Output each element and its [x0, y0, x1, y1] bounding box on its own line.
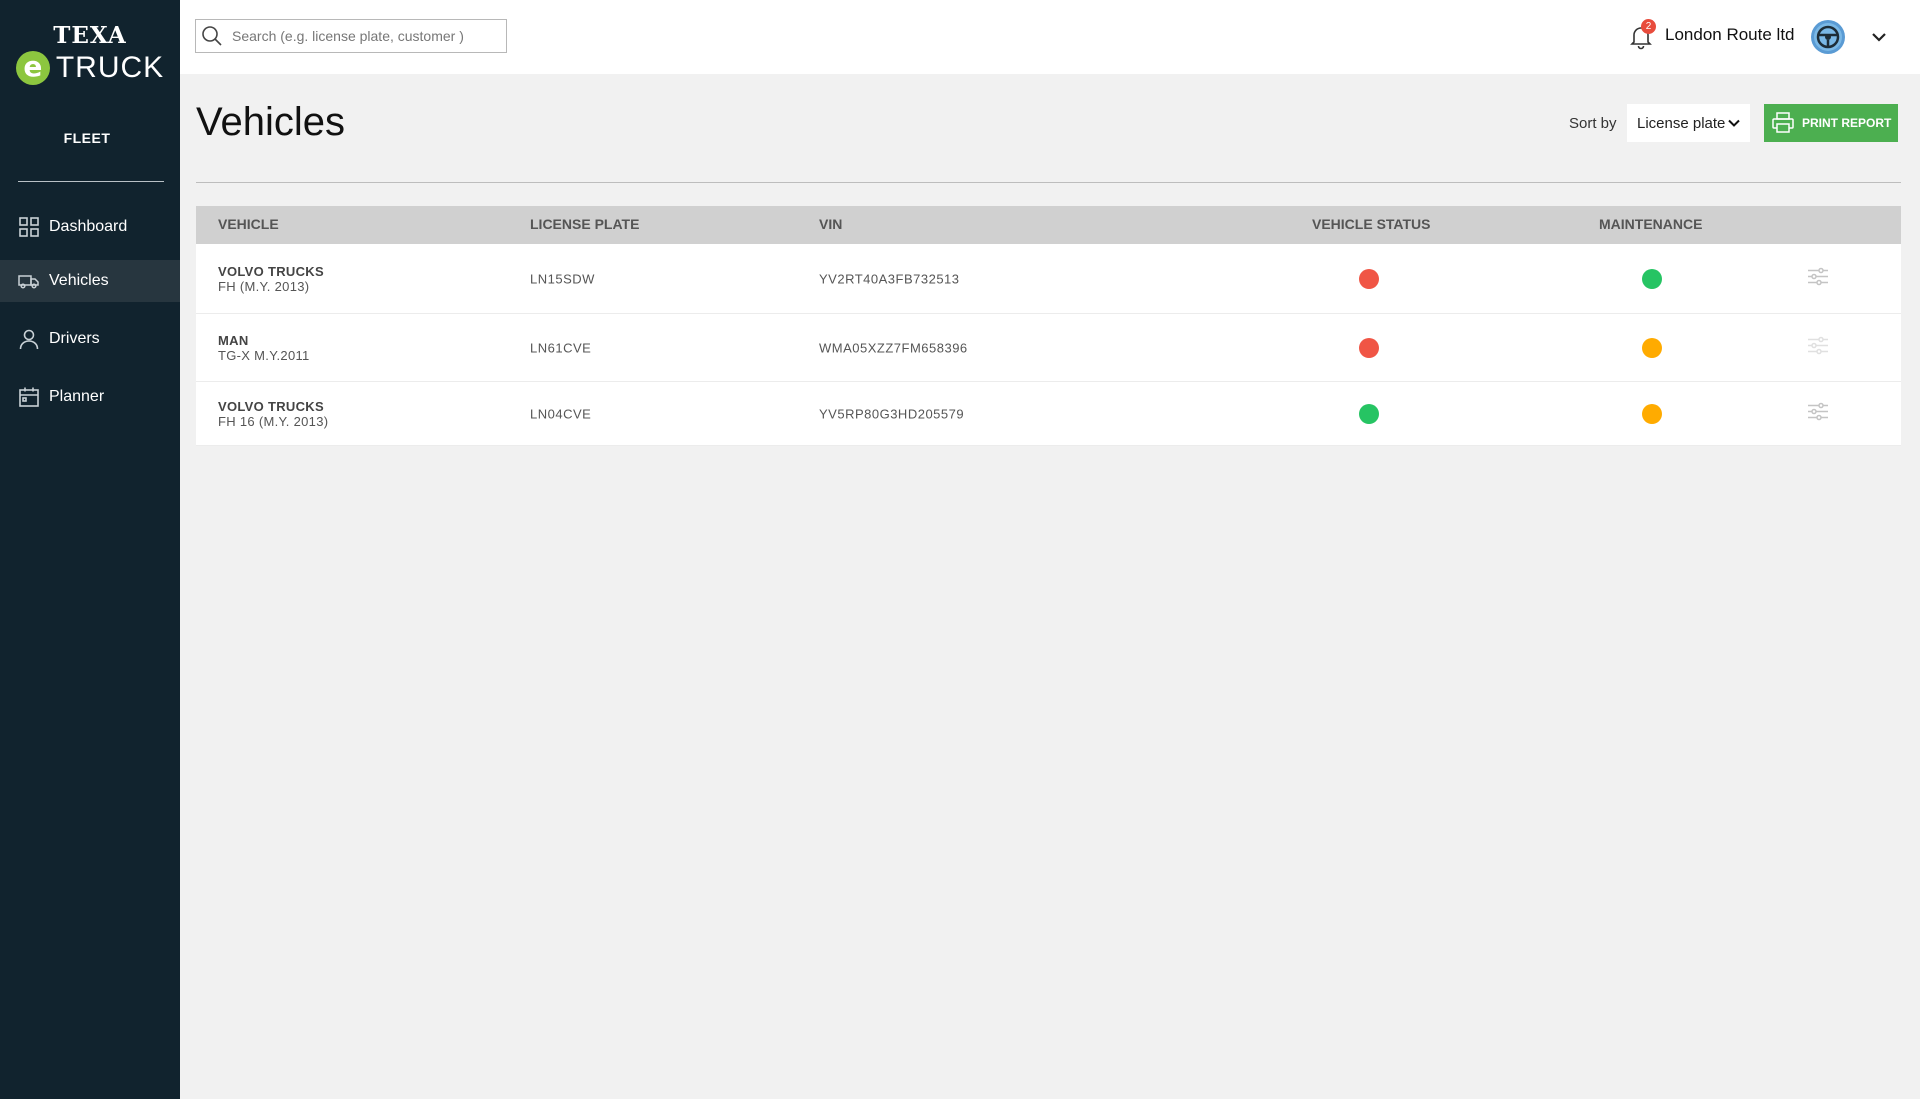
vehicle-model: FH 16 (M.Y. 2013)	[218, 413, 329, 429]
vehicle-model: TG-X M.Y.2011	[218, 347, 310, 363]
status-dot-orange	[1642, 403, 1662, 424]
status-dot-red	[1359, 337, 1379, 358]
status-dot-orange	[1642, 337, 1662, 358]
row-settings-icon[interactable]	[1807, 336, 1829, 359]
sidebar-item-vehicles[interactable]: Vehicles	[0, 260, 180, 302]
status-dot-green	[1359, 403, 1379, 424]
printer-icon	[1769, 109, 1797, 137]
vehicles-table: VEHICLE LICENSE PLATE VIN VEHICLE STATUS…	[196, 206, 1901, 446]
vin: YV2RT40A3FB732513	[819, 271, 960, 286]
col-header-vin[interactable]: VIN	[819, 216, 842, 232]
license-plate: LN04CVE	[530, 406, 592, 421]
company-name[interactable]: London Route ltd	[1665, 25, 1795, 45]
sidebar-item-label: Planner	[49, 388, 105, 405]
sidebar-item-dashboard[interactable]: Dashboard	[0, 206, 180, 248]
sidebar: TEXA e TRUCK FLEET Dashboard Vehicles Dr…	[0, 0, 180, 1099]
logo-truck: TRUCK	[55, 51, 165, 84]
sort-value: License plate	[1637, 114, 1726, 132]
sidebar-nav: Dashboard Vehicles Drivers Planner	[0, 206, 180, 434]
sidebar-divider	[18, 181, 164, 182]
logo-texa: TEXA	[53, 22, 127, 49]
sidebar-item-drivers[interactable]: Drivers	[0, 318, 180, 360]
search-box[interactable]	[195, 19, 507, 53]
truck-icon	[18, 270, 40, 292]
sidebar-item-planner[interactable]: Planner	[0, 376, 180, 418]
steering-wheel-icon	[1814, 23, 1842, 51]
sidebar-item-label: Drivers	[49, 330, 100, 347]
row-settings-icon[interactable]	[1807, 402, 1829, 425]
avatar[interactable]	[1811, 20, 1845, 54]
logo[interactable]: TEXA e TRUCK	[0, 22, 180, 85]
table-header: VEHICLE LICENSE PLATE VIN VEHICLE STATUS…	[196, 206, 1901, 244]
calendar-icon	[18, 386, 40, 408]
print-report-label: PRINT REPORT	[1802, 116, 1892, 130]
col-header-maintenance[interactable]: MAINTENANCE	[1599, 216, 1702, 232]
sort-select[interactable]: License plate	[1627, 104, 1750, 142]
vehicle-cell: MAN TG-X M.Y.2011	[218, 333, 498, 363]
notification-badge: 2	[1641, 19, 1656, 34]
status-dot-green	[1642, 268, 1662, 289]
col-header-status[interactable]: VEHICLE STATUS	[1312, 216, 1431, 232]
col-header-plate[interactable]: LICENSE PLATE	[530, 216, 639, 232]
sort-label: Sort by	[1569, 115, 1617, 132]
table-row[interactable]: VOLVO TRUCKS FH 16 (M.Y. 2013) LN04CVE Y…	[196, 382, 1901, 446]
header-divider	[196, 182, 1901, 183]
print-report-button[interactable]: PRINT REPORT	[1764, 104, 1898, 142]
chevron-down-icon[interactable]	[1870, 28, 1888, 46]
top-bar: 2 London Route ltd	[180, 0, 1920, 74]
vehicle-model: FH (M.Y. 2013)	[218, 278, 310, 294]
vehicle-cell: VOLVO TRUCKS FH 16 (M.Y. 2013)	[218, 399, 498, 429]
search-icon	[200, 24, 224, 48]
vehicle-cell: VOLVO TRUCKS FH (M.Y. 2013)	[218, 264, 498, 294]
vehicle-make: MAN	[218, 332, 249, 348]
sidebar-item-label: Dashboard	[49, 218, 128, 235]
vehicle-status-indicator	[1359, 403, 1379, 424]
chevron-down-icon	[1728, 119, 1740, 127]
vehicle-status-indicator	[1359, 268, 1379, 289]
vehicle-make: VOLVO TRUCKS	[218, 398, 324, 414]
vin: WMA05XZZ7FM658396	[819, 340, 968, 355]
maintenance-indicator	[1642, 337, 1662, 358]
sidebar-item-label: Vehicles	[49, 272, 109, 289]
maintenance-indicator	[1642, 403, 1662, 424]
vehicle-make: VOLVO TRUCKS	[218, 263, 324, 279]
vehicle-status-indicator	[1359, 337, 1379, 358]
section-label: FLEET	[63, 130, 111, 146]
table-row[interactable]: VOLVO TRUCKS FH (M.Y. 2013) LN15SDW YV2R…	[196, 244, 1901, 314]
logo-e-icon: e	[15, 51, 50, 85]
vin: YV5RP80G3HD205579	[819, 406, 965, 421]
table-row[interactable]: MAN TG-X M.Y.2011 LN61CVE WMA05XZZ7FM658…	[196, 314, 1901, 382]
row-settings-icon[interactable]	[1807, 267, 1829, 290]
dashboard-icon	[18, 216, 40, 238]
maintenance-indicator	[1642, 268, 1662, 289]
page-title: Vehicles	[196, 100, 345, 144]
col-header-vehicle[interactable]: VEHICLE	[218, 216, 498, 232]
user-icon	[18, 328, 40, 350]
status-dot-red	[1359, 268, 1379, 289]
search-input[interactable]	[232, 28, 492, 44]
license-plate: LN61CVE	[530, 340, 592, 355]
license-plate: LN15SDW	[530, 271, 595, 286]
